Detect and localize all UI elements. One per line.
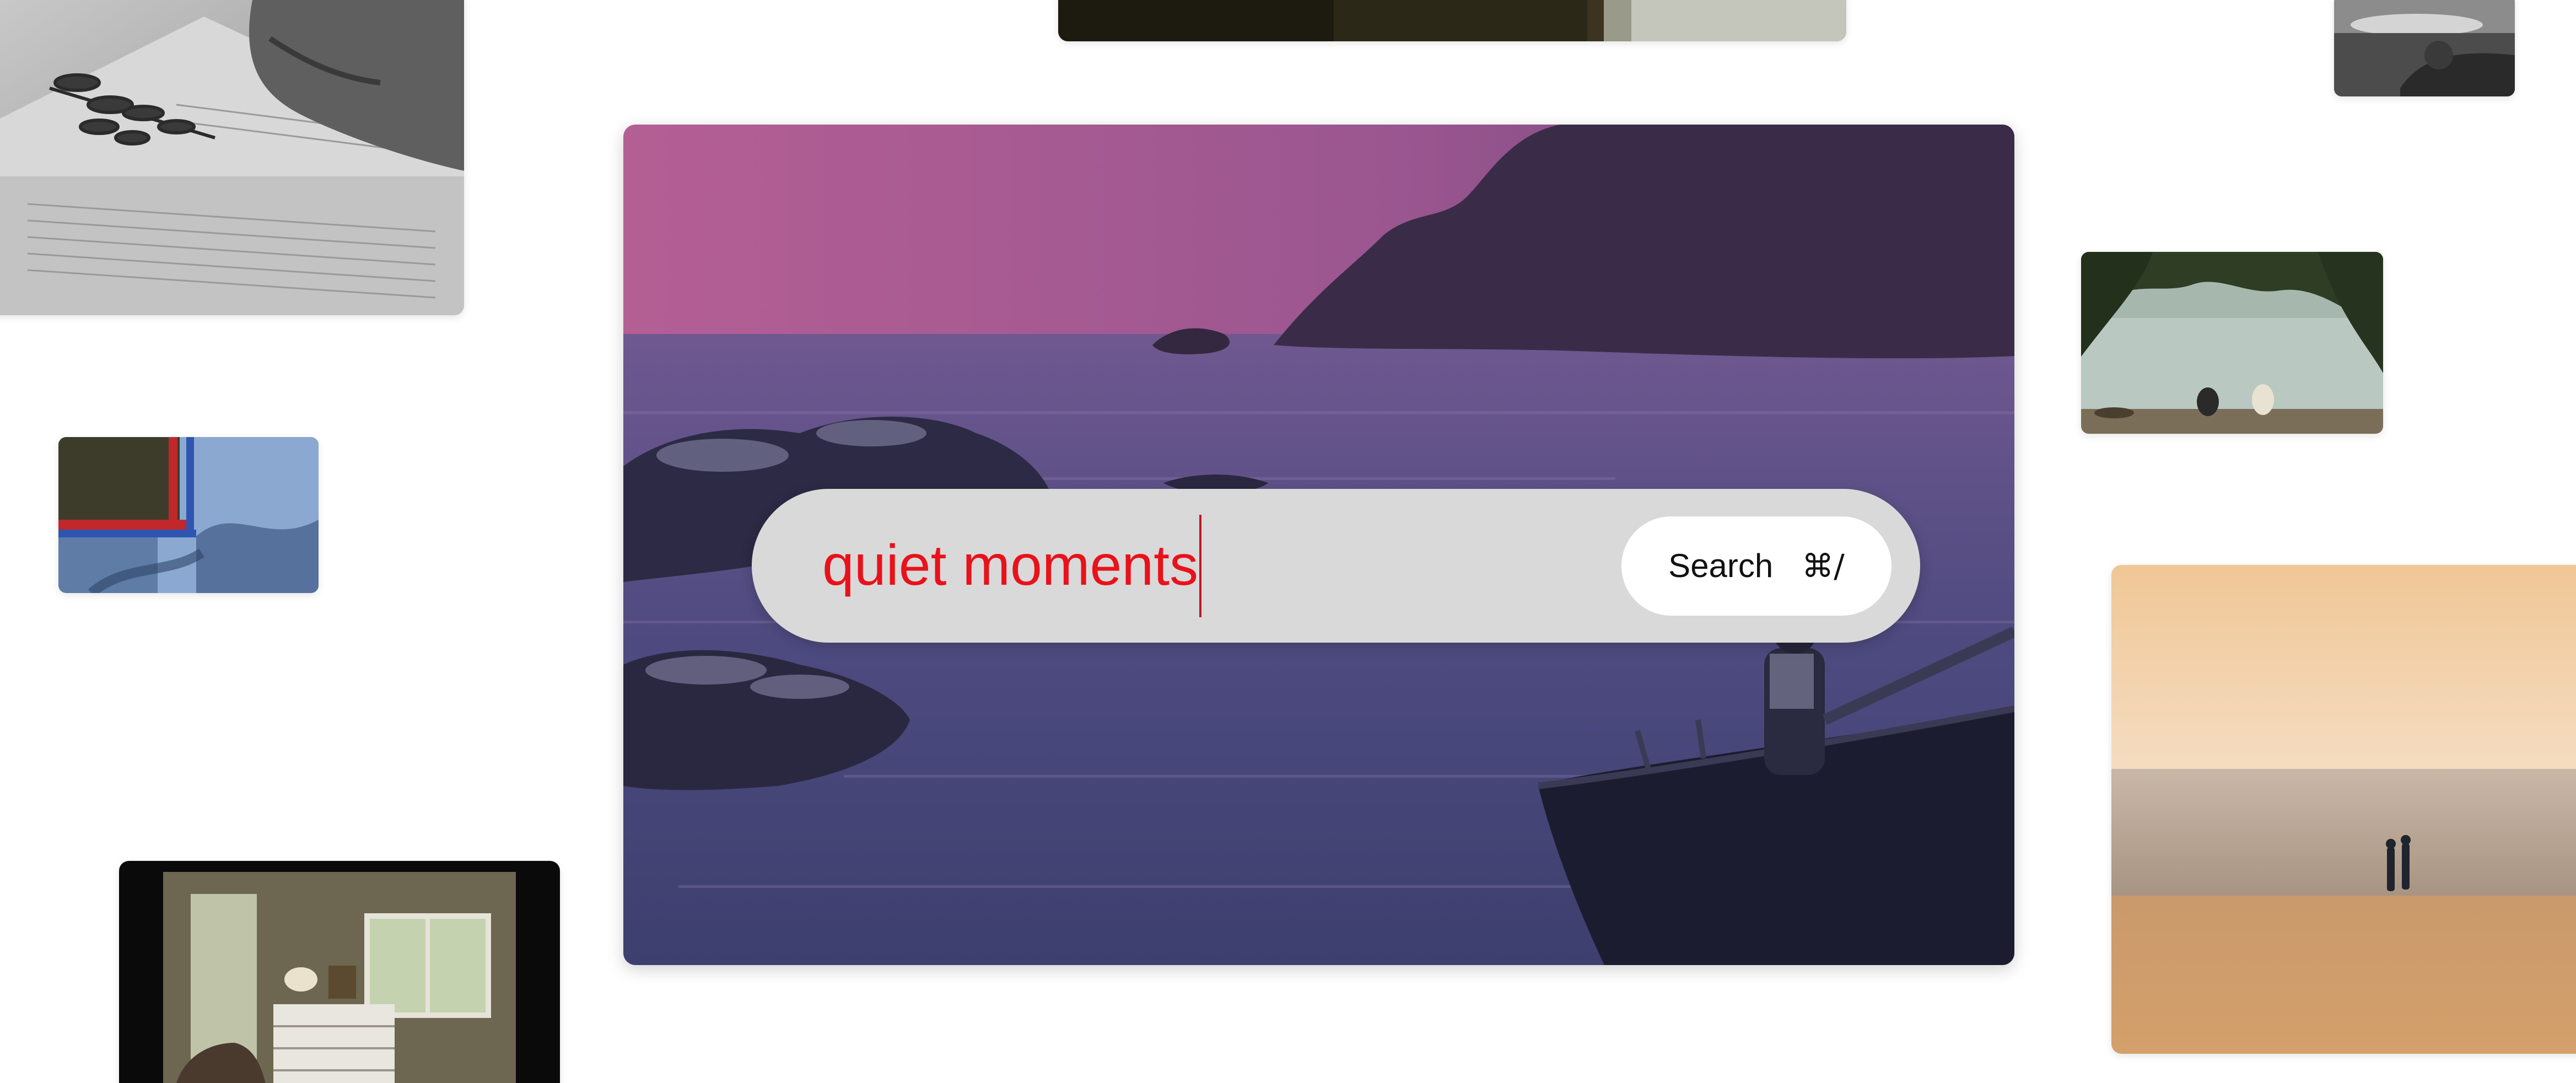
blue-window-thumbnail[interactable] — [58, 437, 319, 593]
search-button-label: Search — [1668, 547, 1774, 584]
beach-walkers-thumbnail[interactable] — [2111, 565, 2576, 1054]
gallery-canvas: quiet moments Search ⌘/ — [0, 0, 2576, 1083]
bedroom-thumbnail[interactable] — [119, 861, 560, 1083]
boat-sunset-image — [2334, 0, 2515, 96]
boat-sunset-thumbnail[interactable] — [2334, 0, 2515, 96]
search-bar: quiet moments Search ⌘/ — [752, 489, 1920, 643]
search-button[interactable]: Search ⌘/ — [1621, 516, 1891, 616]
lake-trees-thumbnail[interactable] — [2081, 252, 2383, 434]
search-input[interactable]: quiet moments — [822, 514, 1621, 618]
window-frame-thumbnail[interactable] — [1058, 0, 1846, 41]
lake-trees-image — [2081, 252, 2383, 434]
bedroom-image — [119, 861, 560, 1083]
beach-walkers-image — [2111, 565, 2576, 1054]
search-query-text: quiet moments — [822, 534, 1199, 597]
text-caret — [1199, 514, 1202, 617]
book-fern-image — [0, 0, 464, 315]
book-fern-thumbnail[interactable] — [0, 0, 464, 315]
window-frame-image — [1058, 0, 1846, 41]
keyboard-shortcut-hint: ⌘/ — [1802, 547, 1845, 585]
blue-window-image — [58, 437, 319, 593]
